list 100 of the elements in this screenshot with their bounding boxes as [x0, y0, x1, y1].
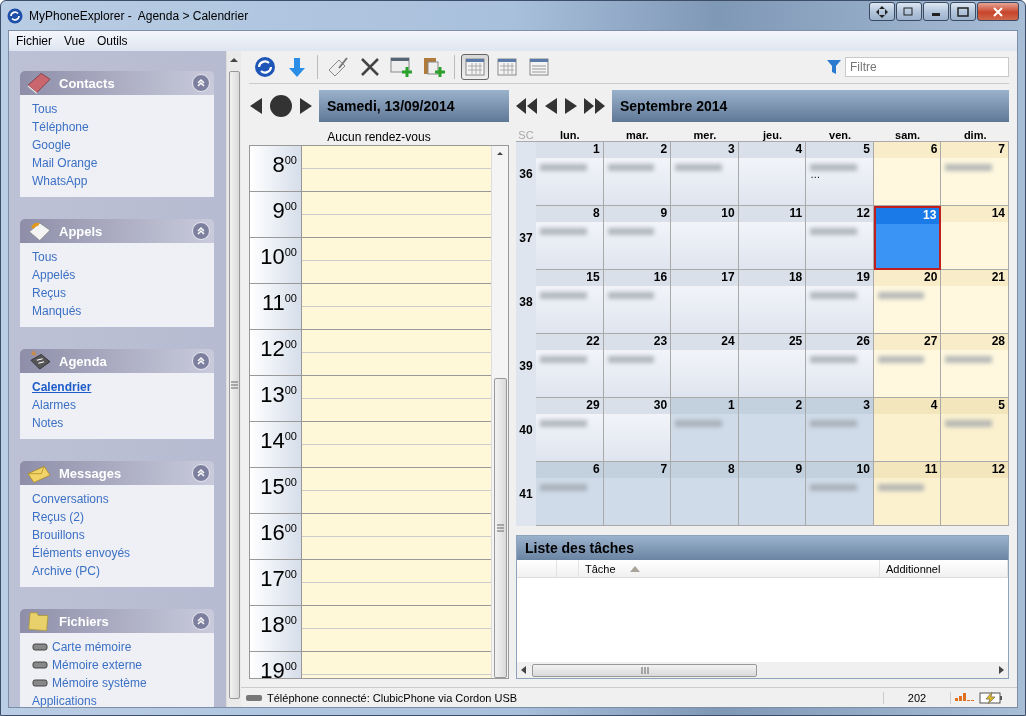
sidebar-link[interactable]: Alarmes	[32, 396, 76, 414]
day-cell[interactable]: 22	[536, 334, 604, 398]
day-cell[interactable]: 12	[806, 206, 874, 270]
sidebar-link[interactable]: Conversations	[32, 490, 109, 508]
collapse-button[interactable]	[192, 74, 210, 92]
maximize-button[interactable]	[950, 2, 976, 21]
scroll-right-icon	[999, 666, 1004, 674]
day-cell[interactable]: 10	[671, 206, 739, 270]
day-number: 10	[671, 206, 738, 222]
scroll-thumb[interactable]	[494, 378, 507, 678]
day-cell[interactable]: 25	[738, 334, 807, 398]
previous-year-button[interactable]	[516, 98, 538, 114]
task-panel-title: Liste des tâches	[517, 536, 1008, 560]
day-cell[interactable]: 12	[941, 462, 1009, 526]
menu-item[interactable]: Fichier	[11, 34, 57, 48]
column-header[interactable]: Tâche	[579, 560, 880, 577]
sidebar-link[interactable]: Appelés	[32, 266, 76, 284]
day-cell[interactable]: 11	[873, 462, 942, 526]
previous-day-button[interactable]	[249, 98, 263, 114]
sidebar-link[interactable]: Google	[32, 136, 71, 154]
day-cell[interactable]: 14	[941, 206, 1009, 270]
day-cell[interactable]: 8	[671, 462, 739, 526]
cable-icon	[245, 692, 263, 703]
next-year-button[interactable]	[584, 98, 606, 114]
sidebar-link[interactable]: Applications	[32, 692, 97, 707]
sidebar-link[interactable]: Reçus	[32, 284, 66, 302]
day-cell[interactable]: 3	[671, 142, 739, 206]
sidebar-link[interactable]: Reçus (2)	[32, 508, 84, 526]
previous-month-button[interactable]	[544, 98, 558, 114]
day-cell[interactable]: 2	[738, 398, 807, 462]
restore-window-button[interactable]	[896, 2, 922, 21]
day-cell[interactable]: 29	[536, 398, 604, 462]
collapse-button[interactable]	[192, 464, 210, 482]
day-cell[interactable]: 26	[806, 334, 874, 398]
next-day-button[interactable]	[299, 98, 313, 114]
scroll-thumb[interactable]	[532, 663, 757, 677]
sidebar-link[interactable]: Tous	[32, 248, 58, 266]
day-cell[interactable]: 20	[873, 270, 942, 334]
day-cell[interactable]: 9	[738, 462, 807, 526]
sidebar-link[interactable]: Manqués	[32, 302, 82, 320]
day-cell[interactable]: 5	[941, 398, 1009, 462]
week-number: 38	[516, 270, 536, 334]
sidebar-link[interactable]: Téléphone	[32, 118, 89, 136]
today-button[interactable]	[269, 94, 293, 118]
day-cell[interactable]: 27	[873, 334, 942, 398]
day-cell[interactable]: 28	[941, 334, 1009, 398]
section-title: Contacts	[59, 75, 116, 91]
filter-field[interactable]: Filtre	[845, 57, 1009, 77]
day-cell[interactable]: 17	[671, 270, 739, 334]
sidebar-link[interactable]: Calendrier	[32, 378, 92, 396]
day-cell[interactable]: 7	[941, 142, 1009, 206]
move-button[interactable]	[869, 2, 895, 21]
sidebar-link[interactable]: Archive (PC)	[32, 562, 100, 580]
day-cell[interactable]: 23	[603, 334, 672, 398]
day-cell[interactable]: 7	[603, 462, 672, 526]
column-header[interactable]: Additionnel	[880, 560, 1008, 577]
collapse-button[interactable]	[192, 352, 210, 370]
sidebar-link[interactable]: Mail Orange	[32, 154, 98, 172]
day-cell[interactable]: 4	[873, 398, 942, 462]
day-cell[interactable]: 5 …	[806, 142, 874, 206]
day-cell[interactable]: 1	[671, 398, 739, 462]
sidebar-link[interactable]: Tous	[32, 100, 58, 118]
collapse-button[interactable]	[192, 612, 210, 630]
day-cell[interactable]: 15	[536, 270, 604, 334]
weekday-label: mar.	[625, 129, 650, 141]
sidebar-link[interactable]: Brouillons	[32, 526, 85, 544]
day-cell[interactable]: 10	[806, 462, 874, 526]
day-cell[interactable]: 19	[806, 270, 874, 334]
sidebar-link[interactable]: Carte mémoire	[32, 638, 132, 656]
sidebar-link[interactable]: Notes	[32, 414, 64, 432]
day-cell[interactable]: 18	[738, 270, 807, 334]
scrollbar[interactable]	[226, 51, 241, 707]
close-button[interactable]	[977, 2, 1019, 21]
day-cell[interactable]: 3	[806, 398, 874, 462]
collapse-button[interactable]	[192, 222, 210, 240]
day-cell[interactable]: 16	[603, 270, 672, 334]
day-cell[interactable]: 1	[536, 142, 604, 206]
sidebar-link[interactable]: Mémoire externe	[32, 656, 143, 674]
day-cell[interactable]: 30	[603, 398, 672, 462]
day-cell[interactable]: 6	[873, 142, 942, 206]
day-cell[interactable]: 21	[941, 270, 1009, 334]
day-cell[interactable]: 4	[738, 142, 807, 206]
day-cell[interactable]: 24	[671, 334, 739, 398]
day-cell[interactable]: 8	[536, 206, 604, 270]
day-cell[interactable]: 11	[738, 206, 807, 270]
minimize-button[interactable]	[923, 2, 949, 21]
menu-item[interactable]: Outils	[91, 34, 133, 48]
day-cell[interactable]: 2	[603, 142, 672, 206]
sidebar-link[interactable]: Éléments envoyés	[32, 544, 131, 562]
scrollbar[interactable]	[491, 146, 508, 678]
day-cell[interactable]: 6	[536, 462, 604, 526]
drive-icon	[32, 660, 48, 670]
menu-item[interactable]: Vue	[59, 34, 90, 48]
sidebar-link[interactable]: WhatsApp	[32, 172, 88, 190]
day-cell[interactable]: 13	[873, 206, 942, 270]
next-month-button[interactable]	[564, 98, 578, 114]
day-cell[interactable]: 9	[603, 206, 672, 270]
scroll-thumb[interactable]	[228, 71, 240, 699]
view-button[interactable]	[461, 54, 489, 80]
sidebar-link[interactable]: Mémoire système	[32, 674, 147, 692]
